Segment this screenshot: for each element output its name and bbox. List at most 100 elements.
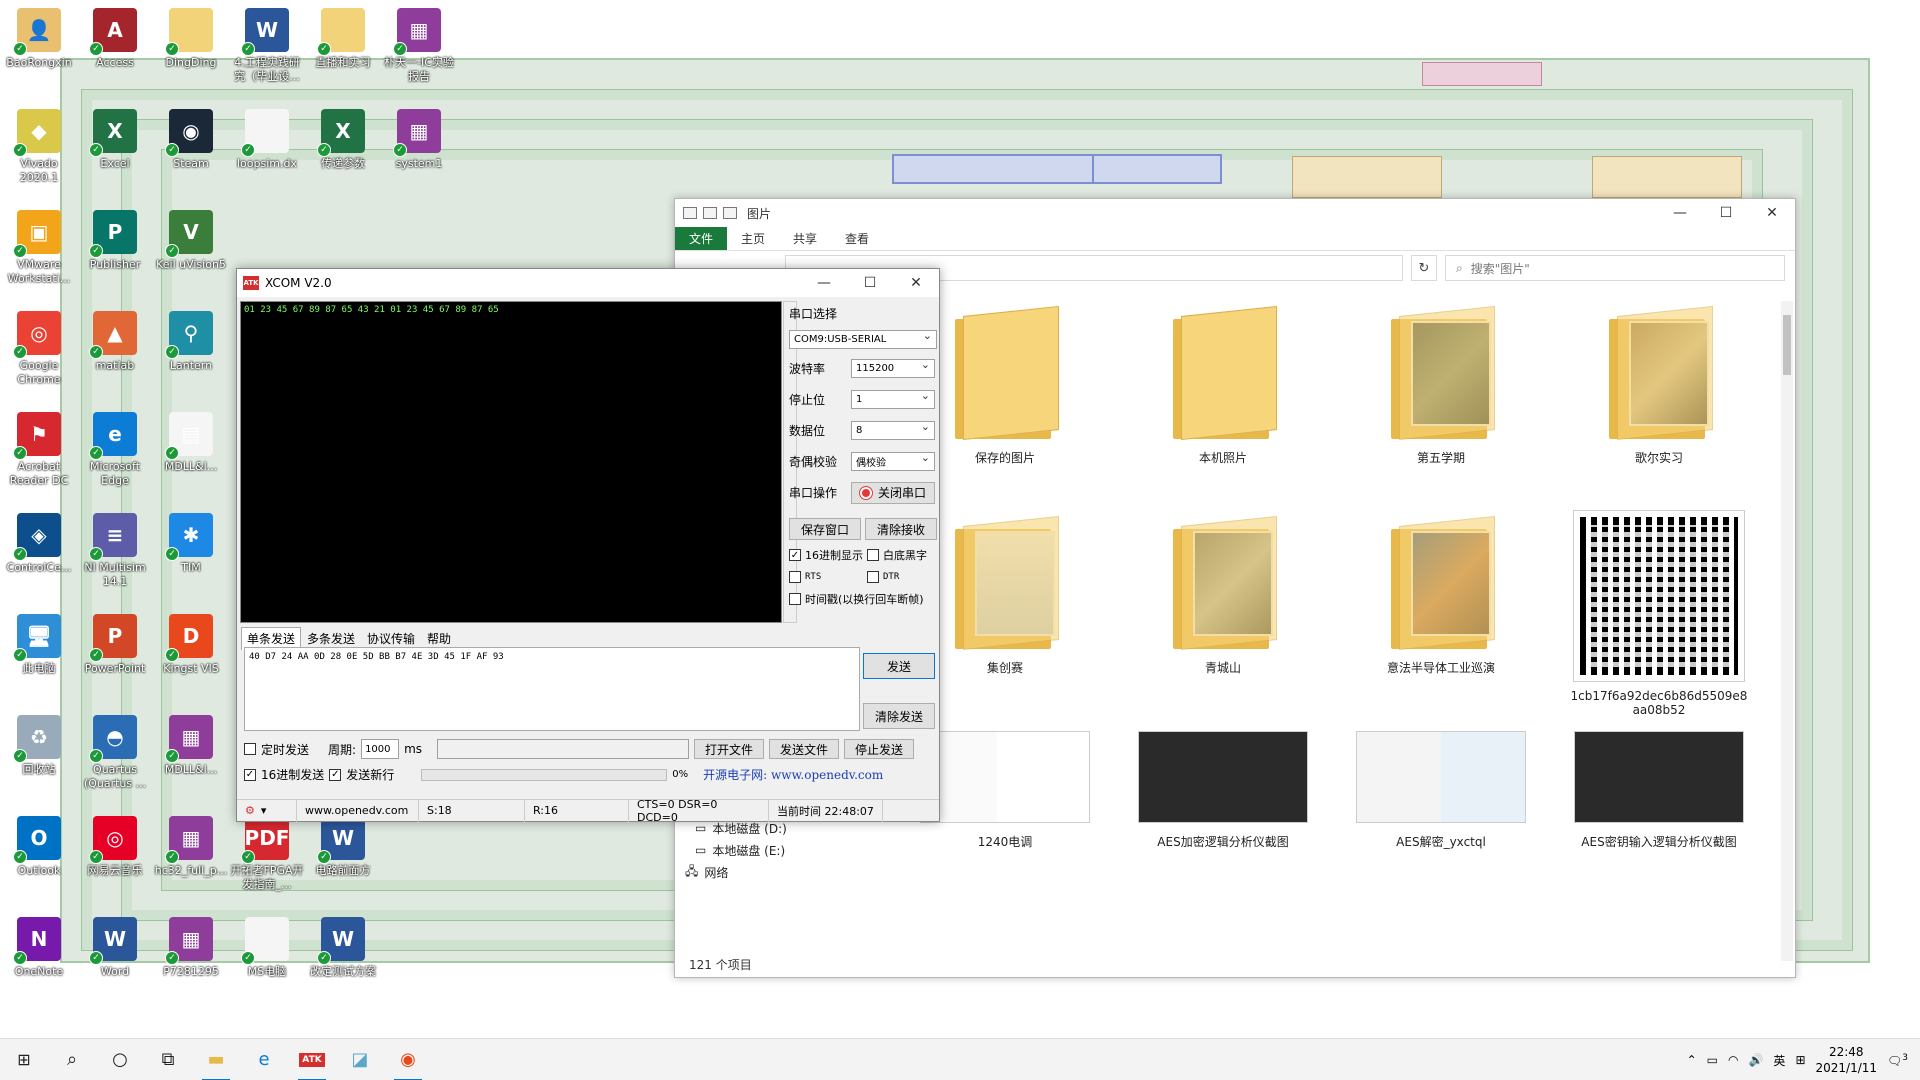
desktop-icon[interactable]: V ✓ Keil uVision5 bbox=[154, 210, 228, 272]
timestamp-checkbox[interactable] bbox=[789, 593, 801, 605]
edge-taskbar-icon[interactable]: e bbox=[240, 1039, 288, 1080]
settings-gear-icon[interactable]: ⚙ bbox=[245, 804, 255, 817]
maximize-icon[interactable]: ☐ bbox=[1703, 199, 1749, 227]
desktop-icon[interactable]: W ✓ Word bbox=[78, 917, 152, 979]
xcom-window[interactable]: ATK XCOM V2.0 — ☐ ✕ 01 23 45 67 89 87 65… bbox=[236, 268, 940, 824]
period-input[interactable]: 1000 bbox=[361, 739, 400, 759]
site-link[interactable]: 开源电子网: www.openedv.com bbox=[703, 766, 883, 783]
send-file-button[interactable]: 发送文件 bbox=[769, 739, 840, 759]
desktop-icon[interactable]: ✓ loopsim.dx bbox=[230, 109, 304, 171]
desktop-icon[interactable]: 👤 ✓ BaoRongxin bbox=[2, 8, 76, 70]
ribbon-tab-view[interactable]: 查看 bbox=[831, 227, 883, 250]
desktop-icon[interactable]: W ✓ 4.工程实践研究（毕业设... bbox=[230, 8, 304, 84]
desktop-icon[interactable]: ✱ ✓ TIM bbox=[154, 513, 228, 575]
desktop-icon[interactable]: ◓ ✓ Quartus (Quartus ... bbox=[78, 715, 152, 791]
clear-send-button[interactable]: 清除发送 bbox=[863, 703, 935, 729]
desktop-icon[interactable]: W ✓ 电路前面方 bbox=[306, 816, 380, 878]
desktop-icon[interactable]: ◈ ✓ ControlCe... bbox=[2, 513, 76, 575]
folder-item[interactable]: 青城山 bbox=[1123, 515, 1323, 676]
task-view-icon[interactable]: ⧉ bbox=[144, 1039, 192, 1080]
start-button[interactable]: ⊞ bbox=[0, 1039, 48, 1080]
hex-display-checkbox[interactable]: ✓ bbox=[789, 549, 801, 561]
open-file-button[interactable]: 打开文件 bbox=[694, 739, 765, 759]
status-url[interactable]: www.openedv.com bbox=[297, 799, 419, 822]
chevron-up-icon[interactable]: ⌃ bbox=[1687, 1053, 1697, 1067]
save-window-button[interactable]: 保存窗口 bbox=[789, 518, 861, 540]
port-select[interactable]: COM9:USB-SERIAL bbox=[789, 329, 937, 349]
snipping-tool-taskbar-icon[interactable]: ◪ bbox=[336, 1039, 384, 1080]
stopbit-select[interactable]: 1 bbox=[851, 389, 935, 409]
desktop-icon[interactable]: ⚲ ✓ Lantern bbox=[154, 311, 228, 373]
search-input[interactable]: ⌕ 搜索"图片" bbox=[1445, 255, 1785, 281]
desktop-icon[interactable]: ⚑ ✓ Acrobat Reader DC bbox=[2, 412, 76, 488]
desktop-icon[interactable]: N ✓ OneNote bbox=[2, 917, 76, 979]
dtr-checkbox[interactable] bbox=[867, 571, 879, 583]
cortana-icon[interactable]: ○ bbox=[96, 1039, 144, 1080]
desktop-icon[interactable]: ◉ ✓ Steam bbox=[154, 109, 228, 171]
baud-select[interactable]: 115200 bbox=[851, 358, 935, 378]
desktop-icon[interactable]: ◎ ✓ 网易云音乐 bbox=[78, 816, 152, 878]
explorer-titlebar[interactable]: 图片 — ☐ ✕ bbox=[675, 199, 1795, 227]
nav-item-network[interactable]: 🖧 网络 bbox=[685, 861, 787, 883]
desktop-icon[interactable]: D ✓ Kingst VIS bbox=[154, 614, 228, 676]
desktop-icon[interactable]: ▣ ✓ VMware Workstati... bbox=[2, 210, 76, 286]
ime-mode-icon[interactable]: ⊞ bbox=[1795, 1053, 1805, 1067]
ime-indicator[interactable]: 英 bbox=[1773, 1052, 1785, 1069]
desktop-icon[interactable]: P ✓ PowerPoint bbox=[78, 614, 152, 676]
maximize-icon[interactable]: ☐ bbox=[847, 269, 893, 297]
desktop-icon[interactable]: 🖥 ✓ 此电脑 bbox=[2, 614, 76, 676]
desktop-icon[interactable]: ▦ ✓ P7281295 bbox=[154, 917, 228, 979]
receive-area[interactable]: 01 23 45 67 89 87 65 43 21 01 23 45 67 8… bbox=[240, 301, 782, 623]
minimize-icon[interactable]: — bbox=[801, 269, 847, 297]
kingst-vis-taskbar-icon[interactable]: ◉ bbox=[384, 1039, 432, 1080]
rts-checkbox[interactable] bbox=[789, 571, 801, 583]
desktop-icon[interactable]: ◆ ✓ Vivado 2020.1 bbox=[2, 109, 76, 185]
desktop-icon[interactable]: ▦ ✓ system1 bbox=[382, 109, 456, 171]
ribbon-tab-home[interactable]: 主页 bbox=[727, 227, 779, 250]
wifi-icon[interactable]: ◠ bbox=[1728, 1053, 1738, 1067]
desktop-icon[interactable]: O ✓ Outlook bbox=[2, 816, 76, 878]
desktop-icon[interactable]: P ✓ Publisher bbox=[78, 210, 152, 272]
timed-send-checkbox[interactable] bbox=[244, 743, 256, 755]
databit-select[interactable]: 8 bbox=[851, 420, 935, 440]
ribbon-tab-file[interactable]: 文件 bbox=[675, 227, 728, 250]
desktop-icon[interactable]: ✓ DingDing bbox=[154, 8, 228, 70]
desktop-icon[interactable]: X ✓ Excel bbox=[78, 109, 152, 171]
dropdown-arrow-icon[interactable]: ▾ bbox=[261, 804, 267, 817]
properties-icon[interactable] bbox=[703, 207, 717, 219]
folder-item[interactable]: 本机照片 bbox=[1123, 305, 1323, 466]
volume-icon[interactable]: 🔊 bbox=[1748, 1053, 1763, 1067]
image-item[interactable]: AES解密_yxctql bbox=[1341, 731, 1541, 850]
desktop-icon[interactable]: ≡ ✓ NI Multisim 14.1 bbox=[78, 513, 152, 589]
stop-send-button[interactable]: 停止发送 bbox=[844, 739, 915, 759]
desktop-icon[interactable]: PDF ✓ 开拓者FPGA开发指南_... bbox=[230, 816, 304, 892]
file-explorer-taskbar-icon[interactable]: ▬ bbox=[192, 1039, 240, 1080]
close-icon[interactable]: ✕ bbox=[893, 269, 939, 297]
send-button[interactable]: 发送 bbox=[863, 653, 935, 679]
parity-select[interactable]: 偶校验 bbox=[851, 451, 935, 471]
send-newline-checkbox[interactable]: ✓ bbox=[329, 768, 342, 781]
desktop-icon[interactable]: e ✓ Microsoft Edge bbox=[78, 412, 152, 488]
search-icon[interactable]: ⌕ bbox=[48, 1039, 96, 1080]
battery-icon[interactable]: ▭ bbox=[1707, 1053, 1718, 1067]
explorer-scrollbar[interactable] bbox=[1781, 301, 1793, 961]
close-icon[interactable]: ✕ bbox=[1749, 199, 1795, 227]
notification-icon[interactable]: 🗨3 bbox=[1887, 1053, 1908, 1068]
desktop-icon[interactable]: ▦ ✓ 朴天一-IC实验报告 bbox=[382, 8, 456, 84]
desktop-icon[interactable]: ▤ ✓ MDLL&l... bbox=[154, 412, 228, 474]
file-path-input[interactable] bbox=[437, 739, 690, 759]
close-port-button[interactable]: 关闭串口 bbox=[851, 481, 935, 504]
ribbon-tab-share[interactable]: 共享 bbox=[779, 227, 831, 250]
nav-item-drive-e[interactable]: ▭ 本地磁盘 (E:) bbox=[695, 839, 787, 861]
desktop-icon[interactable]: ◎ ✓ Google Chrome bbox=[2, 311, 76, 387]
image-item[interactable]: AES加密逻辑分析仪截图 bbox=[1123, 731, 1323, 850]
clear-receive-button[interactable]: 清除接收 bbox=[865, 518, 937, 540]
desktop-icon[interactable]: ▦ ✓ MDLL&l... bbox=[154, 715, 228, 777]
desktop-icon[interactable]: A ✓ Access bbox=[78, 8, 152, 70]
refresh-icon[interactable]: ↻ bbox=[1411, 255, 1437, 281]
white-bg-checkbox[interactable] bbox=[867, 549, 879, 561]
desktop-icon[interactable]: ✓ MS电脑 bbox=[230, 917, 304, 979]
desktop-icon[interactable]: ♻ ✓ 回收站 bbox=[2, 715, 76, 777]
desktop-icon[interactable]: ▦ ✓ hc32_full_p... bbox=[154, 816, 228, 878]
desktop-icon[interactable]: W ✓ 改定测试方案 bbox=[306, 917, 380, 979]
